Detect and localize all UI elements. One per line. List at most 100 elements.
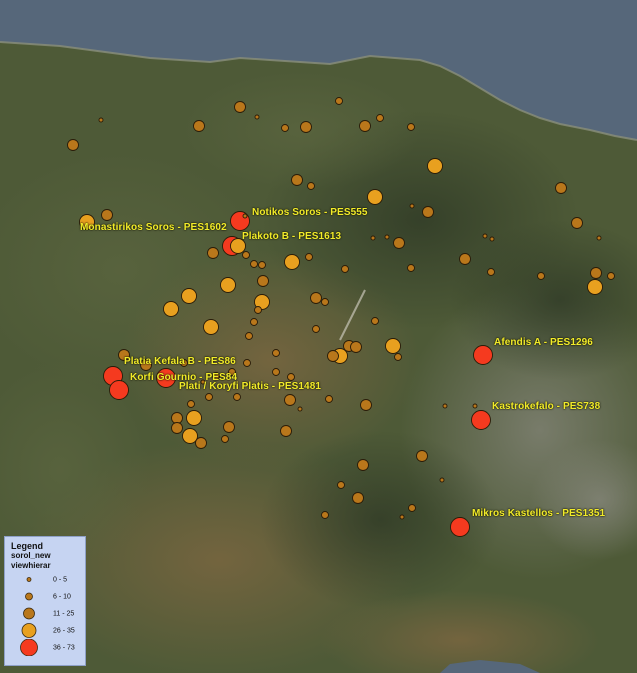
- site-marker[interactable]: [257, 275, 269, 287]
- site-marker[interactable]: [272, 368, 280, 376]
- site-marker[interactable]: [341, 265, 349, 273]
- site-marker[interactable]: [67, 139, 79, 151]
- site-marker[interactable]: [310, 292, 322, 304]
- site-marker[interactable]: [335, 97, 343, 105]
- site-marker[interactable]: [109, 380, 129, 400]
- site-marker[interactable]: [384, 234, 390, 240]
- site-marker[interactable]: [442, 403, 448, 409]
- site-marker[interactable]: [327, 350, 339, 362]
- site-marker[interactable]: [555, 182, 567, 194]
- site-marker[interactable]: [243, 359, 251, 367]
- site-marker[interactable]: [98, 117, 104, 123]
- site-marker[interactable]: [181, 288, 197, 304]
- site-marker[interactable]: [325, 395, 333, 403]
- site-label-plati-koryfi-platis[interactable]: Plati / Koryfi Platis - PES1481: [179, 381, 321, 392]
- site-label-monastirikos-soros[interactable]: Monastirikos Soros - PES1602: [80, 222, 227, 233]
- site-marker[interactable]: [187, 400, 195, 408]
- site-marker[interactable]: [408, 504, 416, 512]
- site-marker[interactable]: [272, 349, 280, 357]
- site-label-notikos-soros[interactable]: Notikos Soros - PES555: [252, 207, 368, 218]
- site-marker[interactable]: [297, 406, 303, 412]
- site-marker[interactable]: [472, 403, 478, 409]
- site-marker[interactable]: [205, 393, 213, 401]
- site-marker[interactable]: [409, 203, 415, 209]
- site-marker[interactable]: [596, 235, 602, 241]
- site-marker[interactable]: [399, 514, 405, 520]
- site-marker[interactable]: [422, 206, 434, 218]
- site-marker[interactable]: [312, 325, 320, 333]
- site-marker[interactable]: [258, 261, 266, 269]
- site-label-afendis-a[interactable]: Afendis A - PES1296: [494, 337, 593, 348]
- site-marker[interactable]: [233, 393, 241, 401]
- site-marker[interactable]: [359, 120, 371, 132]
- site-marker[interactable]: [416, 450, 428, 462]
- site-marker[interactable]: [221, 435, 229, 443]
- site-marker[interactable]: [254, 306, 262, 314]
- site-marker[interactable]: [254, 114, 260, 120]
- site-marker[interactable]: [321, 298, 329, 306]
- site-marker[interactable]: [171, 412, 183, 424]
- site-marker[interactable]: [291, 174, 303, 186]
- site-marker[interactable]: [171, 422, 183, 434]
- site-marker[interactable]: [284, 254, 300, 270]
- site-marker[interactable]: [305, 253, 313, 261]
- site-marker[interactable]: [195, 437, 207, 449]
- site-marker[interactable]: [350, 341, 362, 353]
- site-marker[interactable]: [587, 279, 603, 295]
- site-marker[interactable]: [220, 277, 236, 293]
- site-marker[interactable]: [590, 267, 602, 279]
- site-marker[interactable]: [352, 492, 364, 504]
- site-marker[interactable]: [284, 394, 296, 406]
- site-marker[interactable]: [489, 236, 495, 242]
- site-label-kastrokefalo[interactable]: Kastrokefalo - PES738: [492, 401, 600, 412]
- site-marker[interactable]: [537, 272, 545, 280]
- site-label-plakoto-b[interactable]: Plakoto B - PES1613: [242, 231, 341, 242]
- site-marker[interactable]: [207, 247, 219, 259]
- site-label-platia-kefala-b[interactable]: Platia Kefala B - PES86: [124, 356, 236, 367]
- site-marker[interactable]: [370, 235, 376, 241]
- site-label-mikros-kastellos[interactable]: Mikros Kastellos - PES1351: [472, 508, 605, 519]
- site-marker[interactable]: [300, 121, 312, 133]
- site-marker[interactable]: [242, 251, 250, 259]
- site-marker[interactable]: [376, 114, 384, 122]
- site-marker[interactable]: [571, 217, 583, 229]
- site-marker[interactable]: [307, 182, 315, 190]
- site-marker[interactable]: [101, 209, 113, 221]
- site-marker[interactable]: [450, 517, 470, 537]
- site-marker[interactable]: [471, 410, 491, 430]
- site-marker[interactable]: [245, 332, 253, 340]
- map-view[interactable]: Notikos Soros - PES555 Monastirikos Soro…: [0, 0, 637, 673]
- site-marker[interactable]: [459, 253, 471, 265]
- site-marker[interactable]: [607, 272, 615, 280]
- site-marker[interactable]: [321, 511, 329, 519]
- site-marker[interactable]: [394, 353, 402, 361]
- site-marker[interactable]: [280, 425, 292, 437]
- site-marker[interactable]: [357, 459, 369, 471]
- site-marker[interactable]: [367, 189, 383, 205]
- site-marker[interactable]: [487, 268, 495, 276]
- site-marker[interactable]: [223, 421, 235, 433]
- site-marker[interactable]: [193, 120, 205, 132]
- site-marker[interactable]: [407, 264, 415, 272]
- legend-symbol-26-35: [21, 623, 37, 638]
- site-marker[interactable]: [250, 318, 258, 326]
- site-marker[interactable]: [482, 233, 488, 239]
- site-marker[interactable]: [203, 319, 219, 335]
- site-marker[interactable]: [163, 301, 179, 317]
- site-marker[interactable]: [234, 101, 246, 113]
- site-marker[interactable]: [186, 410, 202, 426]
- site-marker[interactable]: [182, 428, 198, 444]
- site-marker[interactable]: [473, 345, 493, 365]
- site-marker[interactable]: [242, 213, 248, 219]
- site-marker[interactable]: [393, 237, 405, 249]
- site-marker[interactable]: [360, 399, 372, 411]
- site-marker[interactable]: [287, 373, 295, 381]
- site-marker[interactable]: [407, 123, 415, 131]
- site-marker[interactable]: [337, 481, 345, 489]
- site-marker[interactable]: [371, 317, 379, 325]
- site-marker[interactable]: [439, 477, 445, 483]
- site-marker[interactable]: [385, 338, 401, 354]
- site-marker[interactable]: [427, 158, 443, 174]
- site-marker[interactable]: [281, 124, 289, 132]
- site-marker[interactable]: [250, 260, 258, 268]
